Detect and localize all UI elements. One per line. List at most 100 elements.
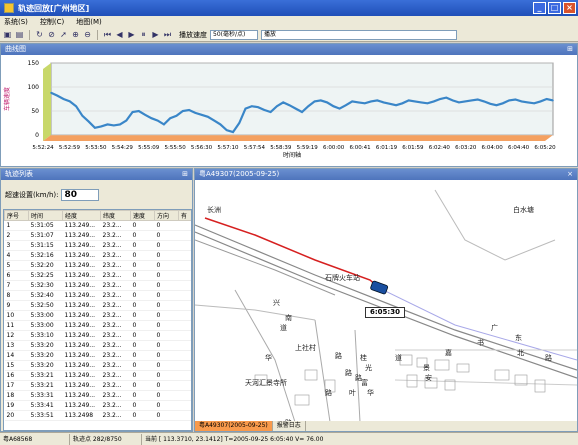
stop-icon[interactable]: ⊘	[47, 30, 56, 39]
table-row[interactable]: 8 5:32:40 113.249... 23.2... 0 0	[4, 290, 191, 301]
track-list-title: 轨迹列表 ⊞	[1, 169, 192, 180]
first-icon[interactable]: ⏮	[103, 30, 112, 39]
table-cell: 0	[130, 400, 155, 411]
table-cell: 0	[130, 320, 155, 331]
table-cell: 0	[130, 240, 155, 251]
table-cell: 0	[130, 390, 155, 401]
column-header[interactable]: 速度	[130, 210, 155, 221]
table-cell: 0	[154, 310, 179, 321]
table-cell: 0	[130, 290, 155, 301]
map-tabs: 粤A49307(2005-09-25) 报警日志	[195, 421, 577, 431]
table-row[interactable]: 5 5:32:20 113.249... 23.2... 0 0	[4, 260, 191, 271]
pointer-icon[interactable]: ➚	[59, 30, 68, 39]
zoom-out-icon[interactable]: ⊖	[83, 30, 92, 39]
table-cell	[178, 290, 191, 301]
next-icon[interactable]: ▶	[151, 30, 160, 39]
menu-map[interactable]: 地图(M)	[76, 17, 102, 27]
table-row[interactable]: 3 5:31:15 113.249... 23.2... 0 0	[4, 240, 191, 251]
table-cell: 113.249...	[62, 380, 101, 391]
column-header[interactable]: 经度	[62, 210, 101, 221]
table-row[interactable]: 2 5:31:07 113.249... 23.2... 0 0	[4, 230, 191, 241]
column-header[interactable]: 时间	[28, 210, 63, 221]
table-cell: 3	[4, 240, 29, 251]
column-header[interactable]: 序号	[4, 210, 29, 221]
speed-setting-input[interactable]: 80	[60, 189, 99, 201]
data-point	[414, 100, 416, 103]
table-cell: 5:31:05	[28, 220, 63, 231]
column-header[interactable]: 纬度	[100, 210, 131, 221]
table-row[interactable]: 17 5:33:21 113.249... 23.2... 0 0	[4, 380, 191, 391]
data-point	[552, 99, 554, 102]
table-cell: 113.249...	[62, 330, 101, 341]
map-panel: 粤A49307(2005-09-25) × 长洲 白水塘 石牌火车站 上社村 天…	[194, 168, 578, 432]
table-cell: 18	[4, 390, 29, 401]
prev-icon[interactable]: ◀	[115, 30, 124, 39]
pin-icon[interactable]: ⊞	[182, 169, 188, 180]
table-cell: 5:31:07	[28, 230, 63, 241]
table-row[interactable]: 14 5:33:20 113.249... 23.2... 0 0	[4, 350, 191, 361]
map-label: 上社村	[295, 343, 316, 352]
table-row[interactable]: 13 5:33:20 113.249... 23.2... 0 0	[4, 340, 191, 351]
last-icon[interactable]: ⏭	[163, 30, 172, 39]
pin-icon[interactable]: ⊞	[567, 44, 573, 55]
data-point	[370, 100, 372, 103]
speed-select[interactable]: 50(毫秒/点)	[210, 29, 258, 40]
table-row[interactable]: 9 5:32:50 113.249... 23.2... 0 0	[4, 300, 191, 311]
data-point	[451, 99, 454, 102]
table-cell: 7	[4, 280, 29, 291]
menu-control[interactable]: 控制(C)	[40, 17, 64, 27]
open-icon[interactable]: ▣	[3, 30, 12, 39]
data-point	[119, 123, 121, 126]
y-tick-label: 50	[31, 108, 39, 115]
table-row[interactable]: 15 5:33:20 113.249... 23.2... 0 0	[4, 360, 191, 371]
table-cell: 23.2...	[100, 240, 131, 251]
data-point	[520, 100, 523, 103]
table-row[interactable]: 4 5:32:16 113.249... 23.2... 0 0	[4, 250, 191, 261]
table-cell: 23.2...	[100, 310, 131, 321]
pause-icon[interactable]: ⏸	[139, 30, 148, 39]
table-row[interactable]: 20 5:33:51 113.2498 23.2... 0 0	[4, 410, 191, 421]
table-row[interactable]: 16 5:33:21 113.249... 23.2... 0 0	[4, 370, 191, 381]
table-row[interactable]: 7 5:32:30 113.249... 23.2... 0 0	[4, 280, 191, 291]
data-point	[194, 112, 197, 114]
map-view[interactable]: 长洲白水塘石牌火车站上社村天河汇景寺所华路兴南道路广东嘉书北道景安路桂富华路光路…	[195, 180, 577, 422]
refresh-icon[interactable]: ↻	[35, 30, 44, 39]
data-point	[445, 96, 448, 99]
table-row[interactable]: 11 5:33:00 113.249... 23.2... 0 0	[4, 320, 191, 331]
column-header[interactable]: 有	[178, 210, 191, 221]
data-point	[483, 100, 485, 103]
table-cell: 113.249...	[62, 300, 101, 311]
close-icon[interactable]: ×	[567, 169, 573, 180]
table-cell: 0	[130, 280, 155, 291]
data-point	[138, 110, 140, 112]
table-row[interactable]: 10 5:33:00 113.249... 23.2... 0 0	[4, 310, 191, 321]
table-row[interactable]: 12 5:33:10 113.249... 23.2... 0 0	[4, 330, 191, 341]
table-row[interactable]: 18 5:33:31 113.249... 23.2... 0 0	[4, 390, 191, 401]
close-button[interactable]: ×	[563, 2, 576, 14]
table-cell: 5:32:20	[28, 260, 63, 271]
playback-progress[interactable]: 播放	[261, 29, 457, 40]
table-cell: 14	[4, 350, 29, 361]
save-icon[interactable]: ▤	[15, 30, 24, 39]
minimize-button[interactable]: _	[533, 2, 546, 14]
zoom-in-icon[interactable]: ⊕	[71, 30, 80, 39]
column-header[interactable]: 方向	[154, 210, 179, 221]
data-point	[345, 104, 347, 107]
table-row[interactable]: 1 5:31:05 113.249... 23.2... 0 0	[4, 220, 191, 231]
table-row[interactable]: 6 5:32:25 113.249... 23.2... 0 0	[4, 270, 191, 281]
table-cell: 23.2...	[100, 290, 131, 301]
data-point	[502, 102, 504, 105]
table-cell: 0	[154, 340, 179, 351]
track-table[interactable]: 序号 时间 经度 纬度 速度 方向有 1 5:31:05 113.249... 23.2... 0…	[3, 209, 192, 431]
map-label: 道	[280, 323, 287, 332]
table-row[interactable]: 19 5:33:41 113.249... 23.2... 0 0	[4, 400, 191, 411]
tab-track[interactable]: 粤A49307(2005-09-25)	[195, 421, 273, 431]
data-point	[276, 105, 278, 107]
play-icon[interactable]: ▶	[127, 30, 136, 39]
tab-alarm-log[interactable]: 报警日志	[273, 421, 306, 431]
maximize-button[interactable]: □	[548, 2, 561, 14]
data-point	[75, 105, 77, 107]
menu-system[interactable]: 系统(S)	[4, 17, 28, 27]
table-cell: 10	[4, 310, 29, 321]
table-cell: 0	[154, 320, 179, 331]
